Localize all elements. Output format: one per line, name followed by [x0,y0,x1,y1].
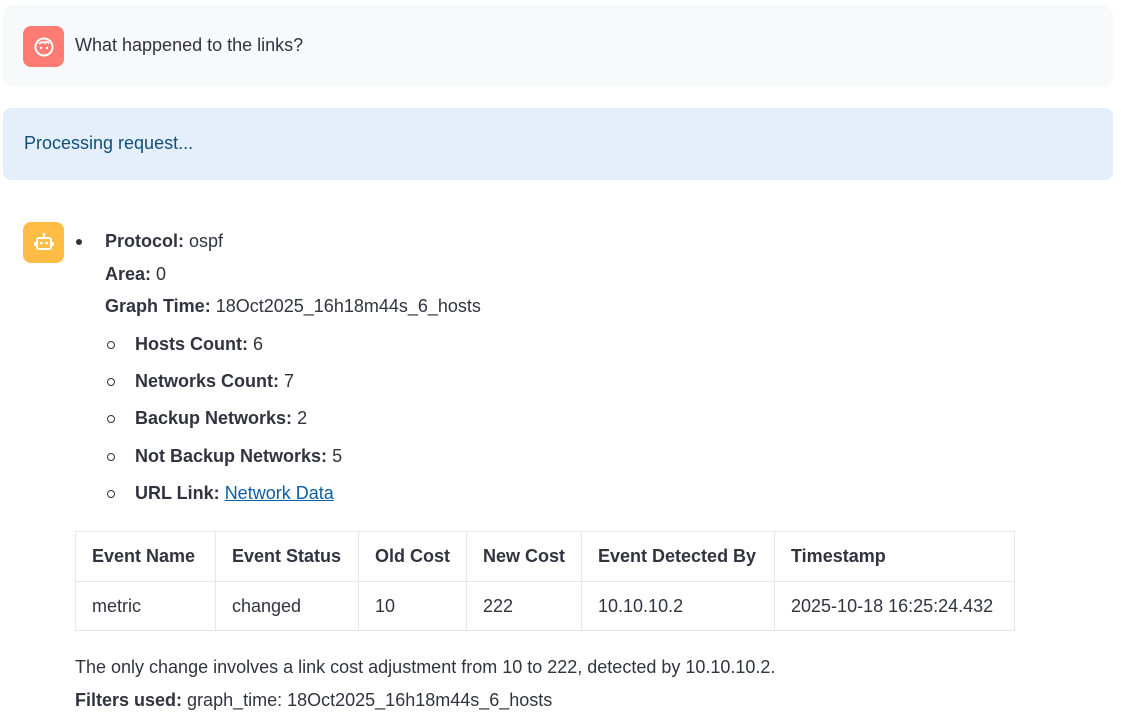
network-data-link[interactable]: Network Data [225,483,334,503]
column-header-old-cost: Old Cost [358,531,467,582]
networks-count-label: Networks Count: [135,371,279,391]
status-text: Processing request... [24,133,194,153]
column-header-event-status: Event Status [215,531,359,582]
graph-time-value: 18Oct2025_16h18m44s_6_hosts [215,296,481,316]
user-avatar [23,26,64,67]
backup-networks-value: 2 [297,408,308,428]
user-message-text: What happened to the links? [75,35,304,55]
sub-bullet-marker [107,415,115,423]
table-cell: 2025-10-18 16:25:24.432 [774,581,1016,631]
area-label: Area: [105,264,152,284]
summary-text: The only change involves a link cost adj… [75,657,776,677]
filters-line: Filters used: graph_time: 18Oct2025_16h1… [75,690,552,711]
table-cell: 222 [465,581,583,631]
backup-networks-label: Backup Networks: [135,408,293,428]
table-cell: 10 [358,581,467,631]
sub-bullet-marker [107,341,115,349]
table-cell: 10.10.10.2 [581,581,776,631]
bullet-marker [76,239,82,245]
not-backup-networks-line: Not Backup Networks: 5 [135,446,342,467]
sub-bullet-marker [107,378,115,386]
area-value: 0 [156,264,167,284]
column-header-event-name: Event Name [75,531,216,582]
hosts-count-value: 6 [253,334,264,354]
events-table: Event Name Event Status Old Cost New Cos… [75,531,1016,631]
column-header-new-cost: New Cost [465,531,583,582]
filters-label: Filters used: [75,690,183,710]
backup-networks-line: Backup Networks: 2 [135,408,307,429]
networks-count-value: 7 [284,371,295,391]
column-header-timestamp: Timestamp [774,531,1016,582]
protocol-value: ospf [189,231,224,251]
sub-bullet-marker [107,490,115,498]
protocol-line: Protocol: ospf [105,231,223,252]
protocol-label: Protocol: [105,231,184,251]
graph-time-line: Graph Time: 18Oct2025_16h18m44s_6_hosts [105,296,481,317]
hosts-count-line: Hosts Count: 6 [135,334,263,355]
user-face-icon [34,37,53,56]
user-message: What happened to the links? [3,5,1113,87]
table-cell: metric [75,581,216,631]
not-backup-networks-value: 5 [332,446,343,466]
graph-time-label: Graph Time: [105,296,211,316]
bot-avatar [23,222,64,263]
area-line: Area: 0 [105,264,166,285]
table-cell: changed [215,581,359,631]
column-header-event-detected-by: Event Detected By [581,531,776,582]
robot-icon [33,232,54,250]
url-link-line: URL Link: Network Data [135,483,334,504]
table-row: metric changed 10 222 10.10.10.2 2025-10… [75,581,1016,631]
status-box: Processing request... [3,108,1113,180]
not-backup-networks-label: Not Backup Networks: [135,446,328,466]
table-header-row: Event Name Event Status Old Cost New Cos… [75,531,1016,582]
filters-value: graph_time: 18Oct2025_16h18m44s_6_hosts [187,690,553,710]
networks-count-line: Networks Count: 7 [135,371,294,392]
hosts-count-label: Hosts Count: [135,334,248,354]
url-link-label: URL Link: [135,483,220,503]
sub-bullet-marker [107,453,115,461]
